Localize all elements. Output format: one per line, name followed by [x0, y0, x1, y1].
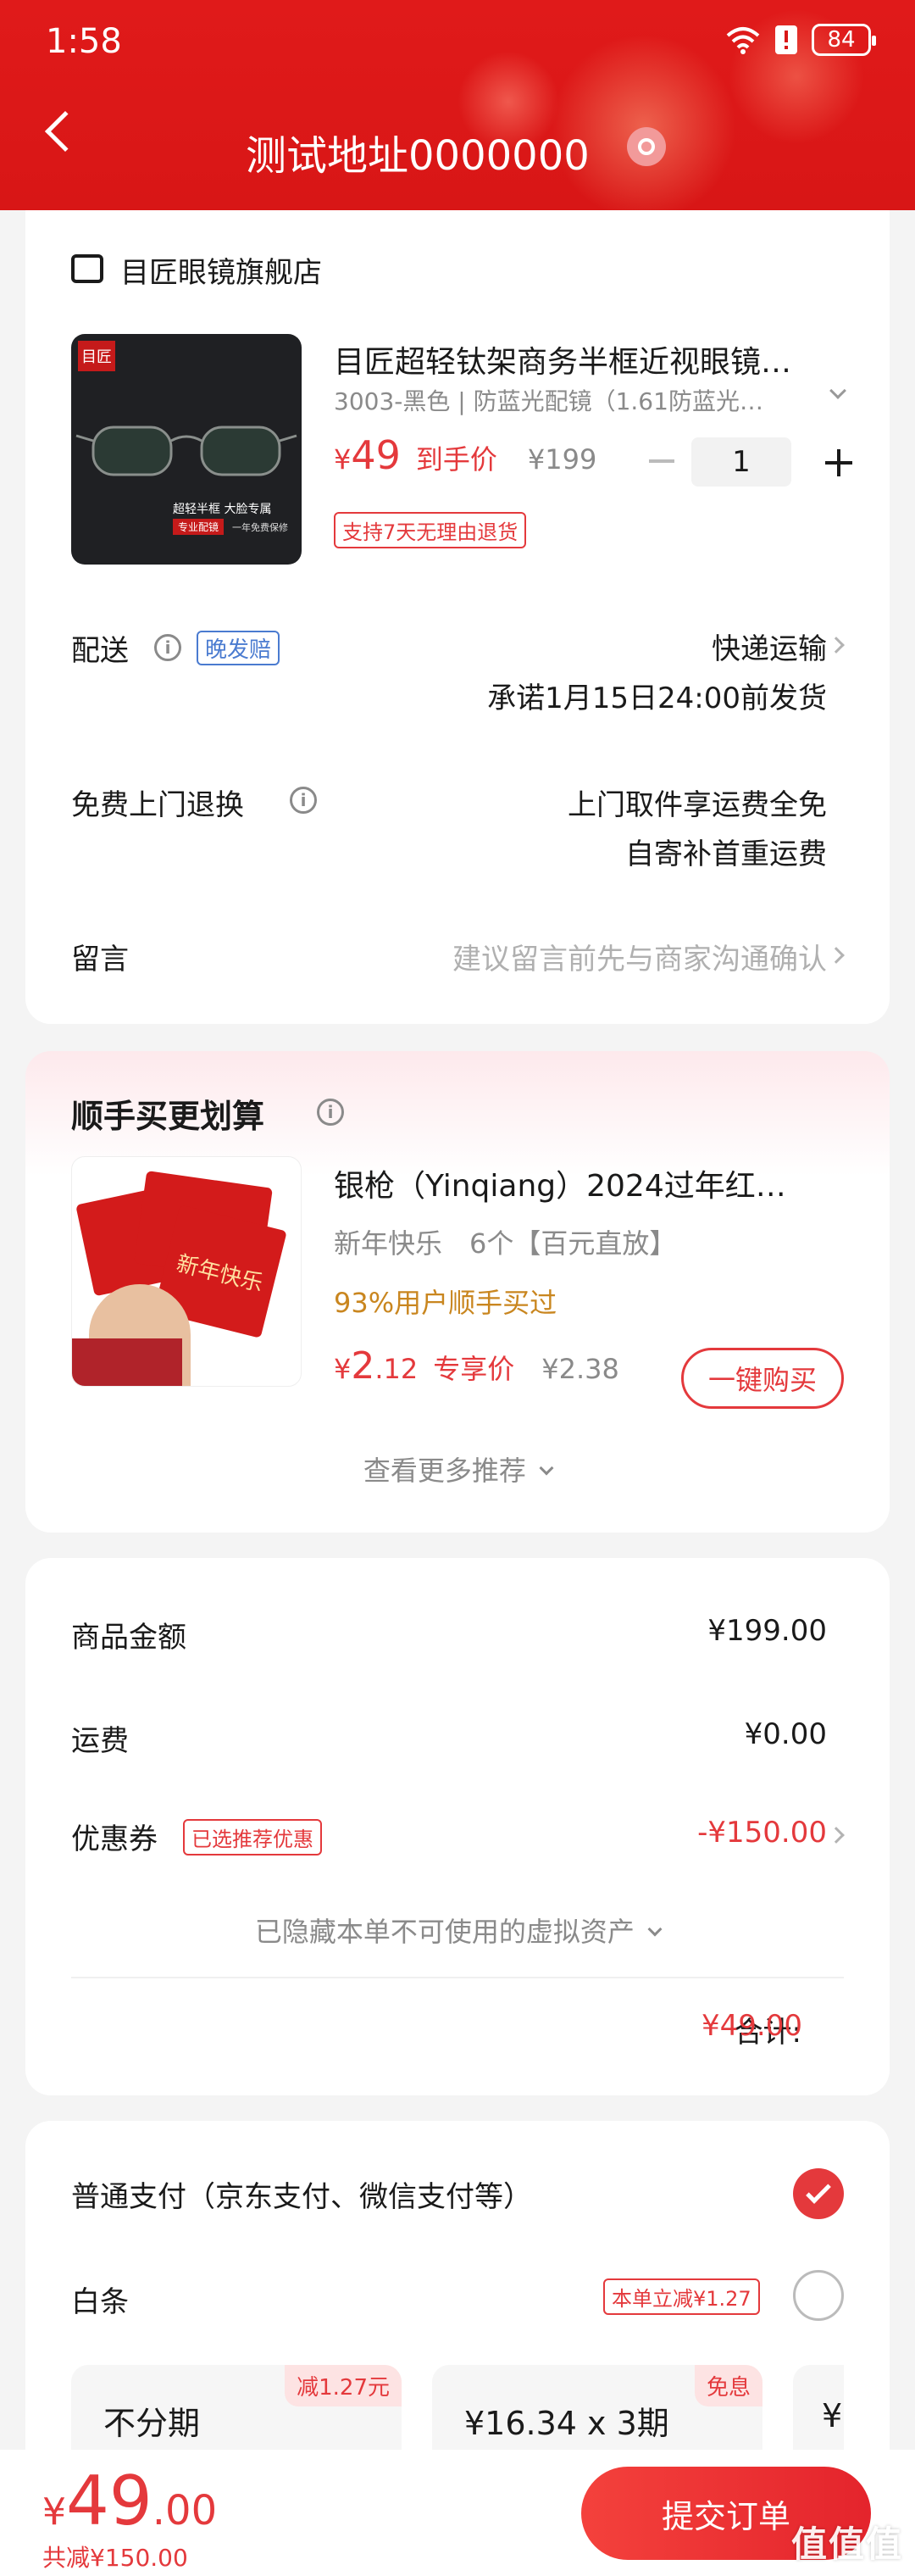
- recommend-price-int: 2: [351, 1344, 375, 1388]
- return-service-line2: 自寄补首重运费: [625, 837, 827, 871]
- recommend-title: 顺手买更划算: [71, 1098, 265, 1135]
- return-service-label: 免费上门退换: [71, 788, 244, 822]
- chevron-right-icon[interactable]: [828, 947, 845, 964]
- image-caption: 超轻半框 大脸专属: [173, 503, 272, 516]
- page-title[interactable]: 测试地址0000000: [246, 122, 590, 181]
- location-pin-icon[interactable]: [627, 127, 666, 166]
- brand-logo: 目匠: [78, 341, 115, 371]
- goods-amount-value: ¥199.00: [707, 1614, 827, 1648]
- baitiao-label[interactable]: 白条: [71, 2278, 129, 2320]
- total-saved: 共减¥150.00: [42, 2544, 188, 2572]
- product-price-row: ¥ 49 到手价 ¥199: [334, 432, 596, 478]
- glasses-illustration: [75, 426, 297, 476]
- info-icon[interactable]: i: [290, 787, 317, 814]
- product-title[interactable]: 目匠超轻钛架商务半框近视眼镜…: [334, 337, 859, 381]
- product-price: 49: [351, 432, 401, 478]
- bottom-bar: ¥ 49 .00 共减¥150.00 提交订单 值值值: [0, 2450, 915, 2576]
- more-recommend-link[interactable]: 查看更多推荐: [25, 1449, 890, 1488]
- info-icon[interactable]: i: [154, 634, 181, 661]
- coupon-value[interactable]: -¥150.00: [697, 1816, 827, 1850]
- hidden-assets-toggle[interactable]: 已隐藏本单不可使用的虚拟资产: [25, 1911, 890, 1950]
- shipping-value: ¥0.00: [744, 1717, 827, 1751]
- alert-icon: [775, 25, 797, 54]
- total-value: ¥49.00: [702, 2009, 802, 2043]
- header-bar: 1:58 84 测试地址0000000: [0, 0, 915, 210]
- sleeve-decoration: [72, 1338, 182, 1386]
- divider: [71, 1977, 844, 1978]
- more-recommend-text: 查看更多推荐: [363, 1455, 526, 1487]
- recommend-price-dec: .12: [374, 1353, 419, 1385]
- plan-text: ¥: [822, 2397, 843, 2434]
- recommend-item-title[interactable]: 银枪（Yinqiang）2024过年红…: [334, 1161, 859, 1205]
- coupon-tag: 已选推荐优惠: [183, 1819, 322, 1855]
- delivery-promise: 承诺1月15日24:00前发货: [487, 682, 827, 715]
- wifi-icon: [726, 27, 760, 54]
- bottom-price-row: ¥ 49 .00: [42, 2462, 217, 2540]
- goods-amount-label: 商品金额: [71, 1621, 186, 1655]
- price-label: 专享价: [433, 1353, 515, 1385]
- battery-indicator: 84: [812, 24, 876, 56]
- message-label: 留言: [71, 943, 129, 976]
- plan-tag: 免息: [694, 2365, 762, 2406]
- message-input[interactable]: 建议留言前先与商家沟通确认: [452, 936, 827, 977]
- return-service-line1: 上门取件享运费全免: [568, 788, 827, 822]
- normal-payment-label[interactable]: 普通支付（京东支付、微信支付等）: [71, 2173, 532, 2215]
- delivery-label: 配送: [71, 634, 129, 668]
- back-icon[interactable]: [44, 110, 86, 153]
- recommend-item-image[interactable]: 新年快乐: [71, 1156, 302, 1387]
- chevron-down-icon: [539, 1460, 554, 1476]
- chevron-down-icon: [647, 1922, 663, 1937]
- info-icon[interactable]: i: [317, 1099, 344, 1126]
- plan-text: 不分期: [103, 2405, 201, 2442]
- image-caption: 一年免费保修: [232, 522, 288, 533]
- original-price: ¥2.38: [541, 1353, 619, 1385]
- baitiao-discount-tag: 本单立减¥1.27: [603, 2278, 760, 2315]
- plan-tag: 减1.27元: [285, 2365, 402, 2406]
- quantity-increase-button[interactable]: [825, 449, 852, 476]
- original-price: ¥199: [527, 443, 597, 476]
- return-policy-badge: 支持7天无理由退货: [334, 512, 527, 548]
- order-card: 目匠眼镜旗舰店 目匠 超轻半框 大脸专属 专业配镜 一年免费保修 目匠超轻钛架商…: [25, 210, 890, 1024]
- recommend-price-row: ¥ 2 .12 专享价 ¥2.38: [334, 1344, 619, 1388]
- price-symbol: ¥: [42, 2490, 66, 2534]
- battery-level: 84: [827, 27, 856, 53]
- price-symbol: ¥: [334, 443, 352, 476]
- chevron-right-icon[interactable]: [828, 637, 845, 654]
- late-compensation-tag: 晚发赔: [197, 631, 280, 665]
- quantity-input[interactable]: 1: [691, 437, 791, 487]
- recommend-item-social: 93%用户顺手买过: [334, 1287, 557, 1319]
- hidden-assets-text: 已隐藏本单不可使用的虚拟资产: [254, 1916, 635, 1948]
- recommend-item-spec: 新年快乐 6个【百元直放】: [334, 1227, 677, 1260]
- price-symbol: ¥: [334, 1353, 352, 1385]
- spec-dropdown-icon[interactable]: [829, 382, 846, 399]
- shipping-label: 运费: [71, 1724, 129, 1758]
- coupon-label: 优惠券: [71, 1822, 158, 1856]
- price-label: 到手价: [415, 443, 497, 476]
- store-name[interactable]: 目匠眼镜旗舰店: [120, 249, 322, 291]
- watermark: 值值值: [790, 2523, 903, 2565]
- baitiao-radio[interactable]: [793, 2270, 844, 2321]
- bottom-price-dec: .00: [152, 2487, 218, 2534]
- store-icon: [71, 254, 103, 283]
- product-image[interactable]: 目匠 超轻半框 大脸专属 专业配镜 一年免费保修: [71, 334, 302, 565]
- image-caption: 专业配镜: [173, 519, 225, 535]
- recommend-card: 顺手买更划算 i 新年快乐 银枪（Yinqiang）2024过年红… 新年快乐 …: [25, 1051, 890, 1533]
- chevron-right-icon[interactable]: [828, 1827, 845, 1844]
- quantity-decrease-button[interactable]: [649, 459, 674, 463]
- normal-payment-selected-icon[interactable]: [793, 2168, 844, 2219]
- one-click-buy-button[interactable]: 一键购买: [681, 1348, 844, 1409]
- status-time: 1:58: [46, 22, 122, 61]
- bottom-price-int: 49: [66, 2462, 152, 2540]
- status-icons: 84: [725, 24, 876, 56]
- plan-text: ¥16.34 x 3期: [464, 2405, 669, 2442]
- product-spec[interactable]: 3003-黑色 | 防蓝光配镜（1.61防蓝光…: [334, 383, 808, 417]
- delivery-method[interactable]: 快递运输: [712, 626, 827, 667]
- price-summary-card: 商品金额 ¥199.00 运费 ¥0.00 优惠券 已选推荐优惠 -¥150.0…: [25, 1558, 890, 2095]
